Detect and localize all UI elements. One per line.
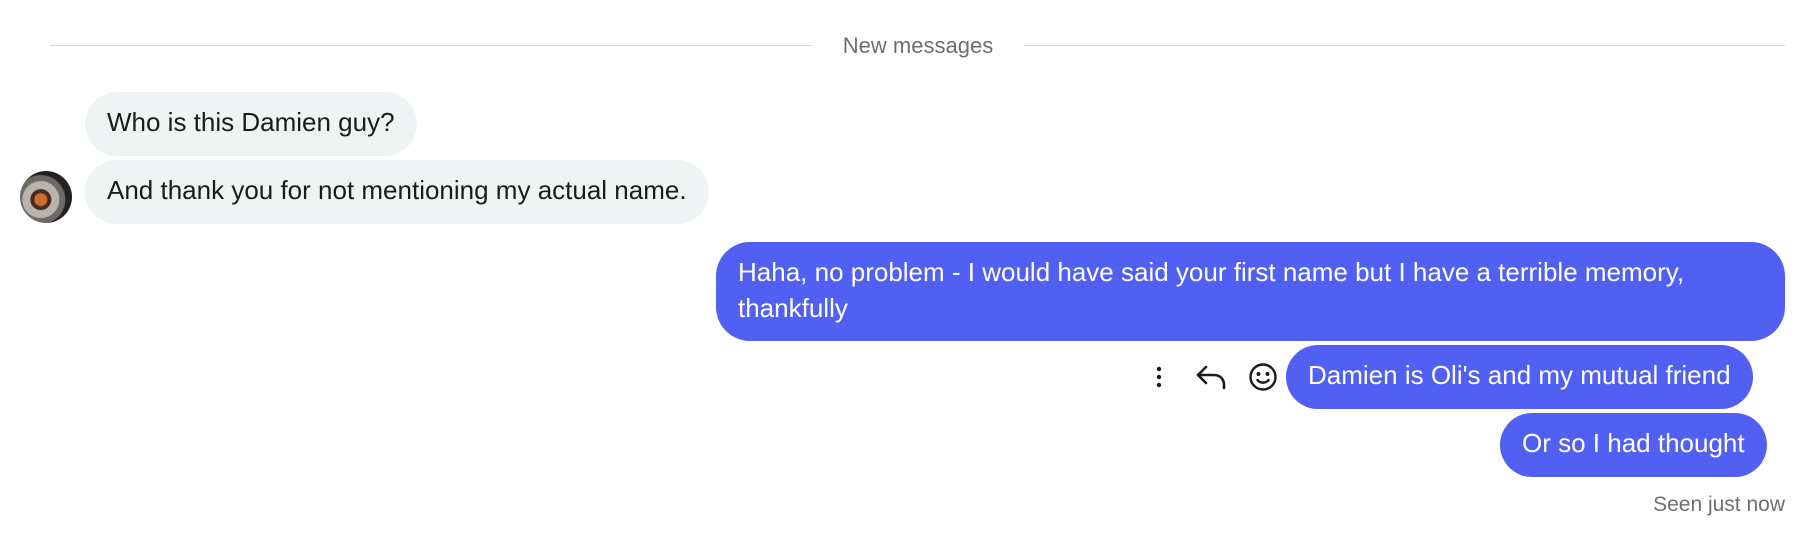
new-messages-divider-line-left xyxy=(50,45,812,46)
emoji-reaction-icon[interactable] xyxy=(1244,358,1282,396)
new-messages-divider: New messages xyxy=(842,33,994,58)
incoming-message[interactable]: Who is this Damien guy? xyxy=(85,92,417,156)
more-vertical-icon[interactable] xyxy=(1140,358,1178,396)
new-messages-divider-line-right xyxy=(1024,45,1785,46)
chat-thread: New messages Who is this Damien guy? And… xyxy=(0,0,1808,534)
seen-status: Seen just now xyxy=(1653,493,1785,516)
message-actions xyxy=(1140,355,1282,399)
outgoing-message[interactable]: Or so I had thought xyxy=(1500,413,1767,477)
incoming-message[interactable]: And thank you for not mentioning my actu… xyxy=(85,160,709,224)
user-avatar[interactable] xyxy=(20,171,72,223)
outgoing-message[interactable]: Haha, no problem - I would have said you… xyxy=(716,242,1785,341)
reply-icon[interactable] xyxy=(1192,358,1230,396)
outgoing-message[interactable]: Damien is Oli's and my mutual friend xyxy=(1286,345,1753,409)
